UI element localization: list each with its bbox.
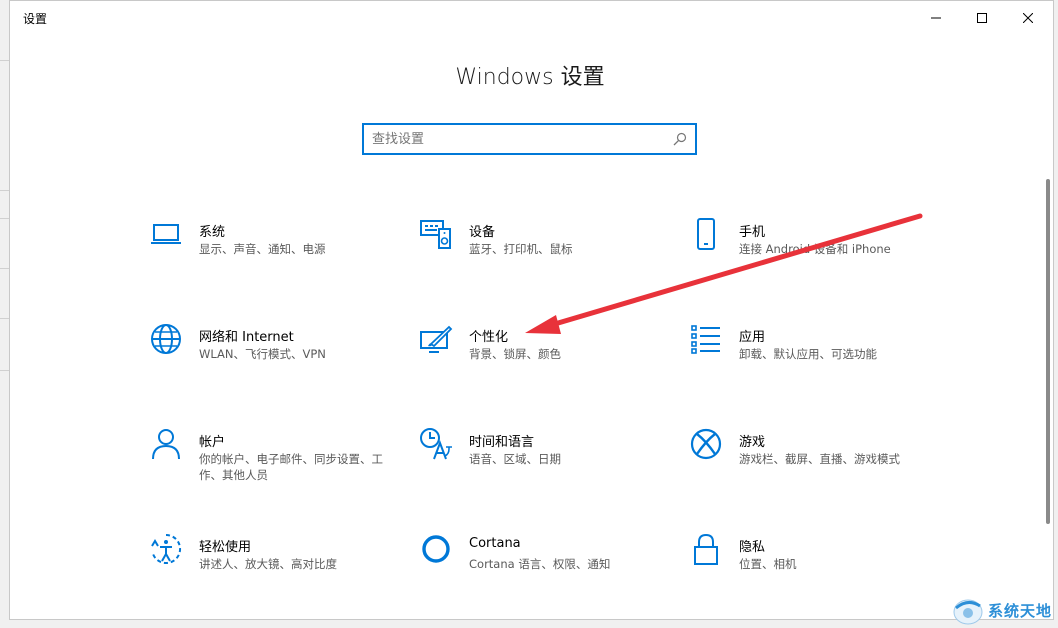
maximize-button[interactable] [959, 1, 1005, 35]
tile-description: 卸载、默认应用、可选功能 [739, 347, 877, 361]
tile-description: 语音、区域、日期 [469, 452, 561, 466]
tile-cortana[interactable]: Cortana Cortana 语言、权限、通知 [410, 521, 670, 611]
tile-description: 你的帐户、电子邮件、同步设置、工作、其他人员 [199, 452, 383, 482]
tile-title: 时间和语言 [469, 435, 535, 450]
tile-description: WLAN、飞行模式、VPN [199, 347, 326, 361]
tile-phone[interactable]: 手机 连接 Android 设备和 iPhone [680, 206, 940, 296]
lock-icon [688, 531, 724, 567]
tile-title: 帐户 [199, 435, 226, 450]
maximize-icon [977, 13, 987, 23]
tile-devices[interactable]: 设备 蓝牙、打印机、鼠标 [410, 206, 670, 296]
devices-icon [418, 216, 454, 252]
watermark: 系统天地 [950, 594, 1058, 628]
settings-window: 设置 Windows 设置 系统 显示、声音、通知、电源 [9, 0, 1054, 620]
tile-privacy[interactable]: 隐私 位置、相机 [680, 521, 940, 611]
tile-title: 轻松使用 [199, 540, 252, 555]
tile-description: Cortana 语言、权限、通知 [469, 557, 611, 571]
tile-ease-of-access[interactable]: 轻松使用 讲述人、放大镜、高对比度 [140, 521, 400, 611]
tile-description: 背景、锁屏、颜色 [469, 347, 561, 361]
settings-grid: 系统 显示、声音、通知、电源 设备 蓝牙、打印机、鼠标 手机 连接 Androi… [140, 206, 950, 616]
vertical-scrollbar[interactable] [1046, 179, 1050, 524]
xbox-icon [688, 426, 724, 462]
search-box[interactable] [362, 123, 697, 155]
tile-title: 网络和 Internet [199, 330, 294, 345]
cortana-icon [418, 531, 454, 567]
personalization-icon [418, 321, 454, 357]
tile-title: 系统 [199, 225, 226, 240]
tile-title: 应用 [739, 330, 766, 345]
tile-description: 蓝牙、打印机、鼠标 [469, 242, 573, 256]
watermark-text: 系统天地 [988, 602, 1053, 620]
page-title: Windows 设置 [455, 65, 605, 90]
person-icon [148, 426, 184, 462]
phone-icon [688, 216, 724, 252]
minimize-icon [931, 17, 941, 19]
tile-description: 位置、相机 [739, 557, 797, 571]
tile-description: 显示、声音、通知、电源 [199, 242, 326, 256]
tile-network[interactable]: 网络和 Internet WLAN、飞行模式、VPN [140, 311, 400, 401]
minimize-button[interactable] [913, 1, 959, 35]
tile-title: 隐私 [739, 540, 766, 555]
tile-description: 连接 Android 设备和 iPhone [739, 242, 891, 256]
close-button[interactable] [1005, 1, 1051, 35]
tile-gaming[interactable]: 游戏 游戏栏、截屏、直播、游戏模式 [680, 416, 940, 506]
tile-apps[interactable]: 应用 卸载、默认应用、可选功能 [680, 311, 940, 401]
title-bar: 设置 [10, 1, 1053, 35]
watermark-logo-icon [953, 599, 983, 625]
tile-description: 讲述人、放大镜、高对比度 [199, 557, 337, 571]
tile-accounts[interactable]: 帐户 你的帐户、电子邮件、同步设置、工作、其他人员 [140, 416, 400, 506]
tile-title: 手机 [739, 225, 766, 240]
close-icon [1023, 13, 1033, 23]
tile-title: 个性化 [469, 330, 509, 345]
tile-personalization[interactable]: 个性化 背景、锁屏、颜色 [410, 311, 670, 401]
ease-of-access-icon [148, 531, 184, 567]
tile-title: 游戏 [739, 435, 766, 450]
apps-list-icon [688, 321, 724, 357]
tile-title: Cortana [469, 536, 521, 551]
tile-system[interactable]: 系统 显示、声音、通知、电源 [140, 206, 400, 296]
laptop-icon [148, 216, 184, 252]
search-input[interactable] [372, 129, 662, 149]
globe-icon [148, 321, 184, 357]
time-language-icon [418, 426, 454, 462]
tile-time-language[interactable]: 时间和语言 语音、区域、日期 [410, 416, 670, 506]
tile-description: 游戏栏、截屏、直播、游戏模式 [739, 452, 900, 466]
search-icon[interactable] [673, 132, 687, 146]
window-title: 设置 [23, 12, 48, 26]
tile-title: 设备 [469, 225, 496, 240]
